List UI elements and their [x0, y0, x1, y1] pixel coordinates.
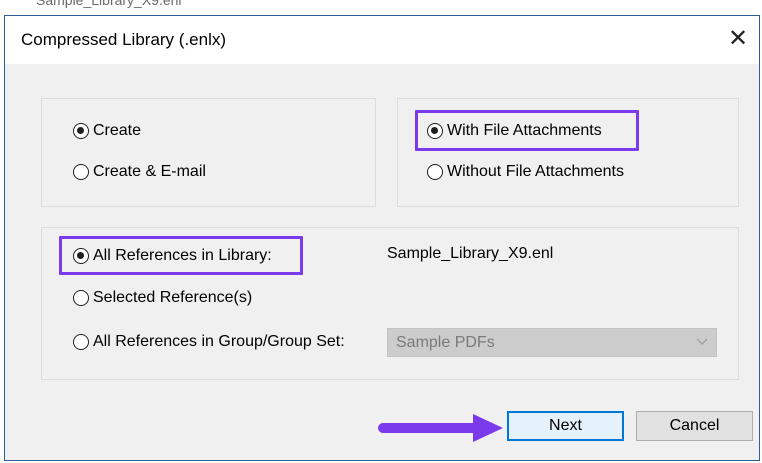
radio-selected-references[interactable]: Selected Reference(s)	[73, 287, 252, 309]
radio-without-attachments-label: Without File Attachments	[447, 163, 624, 180]
radio-create-email-indicator[interactable]	[73, 164, 89, 180]
group-select[interactable]: Sample PDFs	[387, 328, 717, 357]
radio-create-indicator[interactable]	[73, 123, 89, 139]
radio-group-references-label: All References in Group/Group Set:	[93, 333, 345, 350]
radio-without-attachments-indicator[interactable]	[427, 164, 443, 180]
radio-all-references[interactable]: All References in Library:	[73, 245, 272, 267]
next-button[interactable]: Next	[507, 411, 624, 441]
chevron-down-icon	[696, 337, 708, 349]
radio-without-attachments[interactable]: Without File Attachments	[427, 161, 624, 183]
library-name: Sample_Library_X9.enl	[387, 245, 554, 262]
dialog-title: Compressed Library (.enlx)	[21, 30, 227, 49]
radio-create-email-label: Create & E-mail	[93, 163, 206, 180]
radio-create-email[interactable]: Create & E-mail	[73, 161, 206, 183]
radio-all-references-indicator[interactable]	[73, 248, 89, 264]
radio-create[interactable]: Create	[73, 120, 141, 142]
radio-group-references[interactable]: All References in Group/Group Set:	[73, 331, 345, 353]
compressed-library-dialog: Compressed Library (.enlx) ✕ Create Crea…	[4, 15, 760, 461]
close-icon[interactable]: ✕	[723, 24, 753, 54]
radio-with-attachments[interactable]: With File Attachments	[427, 120, 602, 142]
background-text: Sample_Library_X9.enl	[36, 0, 182, 8]
radio-selected-references-indicator[interactable]	[73, 290, 89, 306]
action-group	[41, 98, 376, 207]
title-bar: Compressed Library (.enlx) ✕	[5, 16, 759, 64]
group-select-value: Sample PDFs	[396, 333, 495, 351]
radio-selected-references-label: Selected Reference(s)	[93, 289, 253, 306]
cancel-button[interactable]: Cancel	[636, 411, 753, 441]
radio-create-label: Create	[93, 122, 142, 139]
arrow-right-icon	[375, 414, 509, 447]
background-window-strip: Sample_Library_X9.enl	[0, 0, 762, 15]
radio-all-references-label: All References in Library:	[93, 247, 272, 264]
radio-with-attachments-label: With File Attachments	[447, 122, 602, 139]
radio-group-references-indicator[interactable]	[73, 334, 89, 350]
radio-with-attachments-indicator[interactable]	[427, 123, 443, 139]
